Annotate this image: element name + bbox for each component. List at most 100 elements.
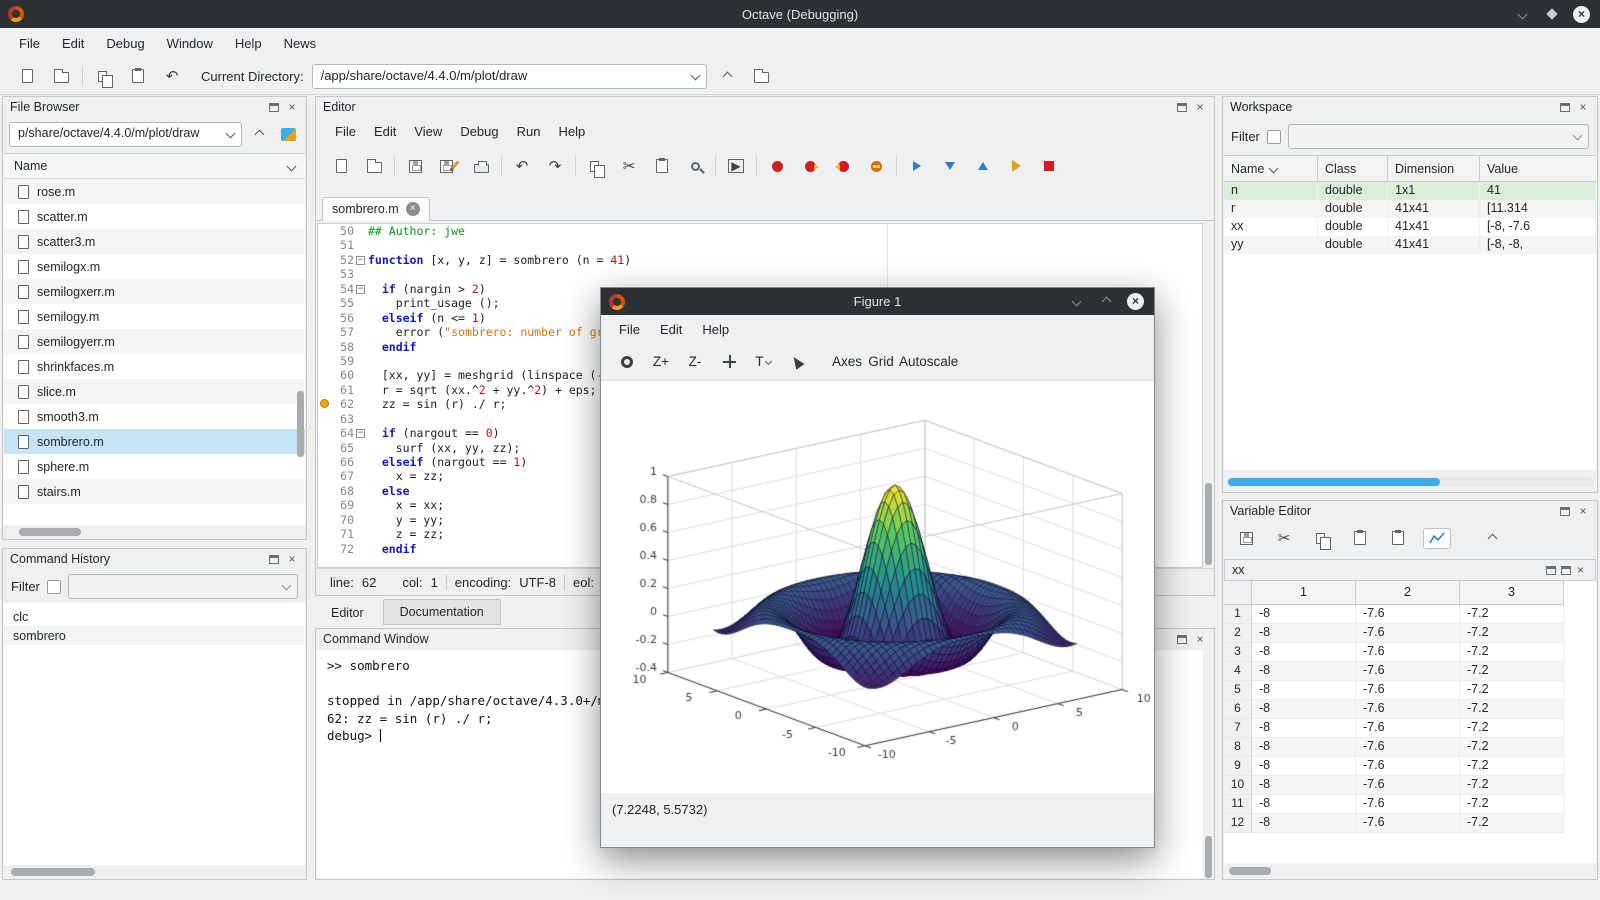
file-browser-path-combo[interactable]: p/share/octave/4.4.0/m/plot/draw — [9, 122, 242, 147]
column-header-value[interactable]: Value — [1480, 156, 1596, 181]
grid-cell[interactable]: -8 — [1252, 719, 1356, 738]
previous-breakpoint-button[interactable] — [830, 153, 856, 179]
fold-margin[interactable]: − — [356, 282, 366, 296]
editor-menu-file[interactable]: File — [326, 121, 365, 142]
dock-variable-button[interactable] — [1543, 563, 1558, 578]
grid-cell[interactable]: -8 — [1252, 795, 1356, 814]
grid-row[interactable]: 5-8-7.6-7.2 — [1224, 681, 1596, 700]
grid-cell[interactable]: -8 — [1252, 662, 1356, 681]
stop-debug-button[interactable] — [1036, 153, 1062, 179]
grid-cell[interactable]: -7.2 — [1460, 605, 1564, 624]
fold-margin[interactable] — [356, 498, 366, 512]
breakpoint-margin[interactable] — [318, 383, 330, 397]
cut-button[interactable]: ✂ — [616, 153, 642, 179]
grid-cell[interactable]: -7.6 — [1356, 776, 1460, 795]
column-header-dimension[interactable]: Dimension — [1388, 156, 1480, 181]
grid-row[interactable]: 2-8-7.6-7.2 — [1224, 624, 1596, 643]
breakpoint-margin[interactable] — [318, 325, 330, 339]
menu-file[interactable]: File — [8, 31, 51, 56]
close-tab-button[interactable]: × — [406, 202, 420, 216]
workspace-row[interactable]: rdouble41x41[11.314 — [1224, 200, 1596, 218]
grid-button[interactable]: Grid — [865, 348, 897, 376]
breakpoint-margin[interactable] — [318, 282, 330, 296]
paste-button[interactable] — [1347, 525, 1373, 551]
code-line[interactable]: 51 — [318, 238, 1202, 252]
autoscale-button[interactable]: Autoscale — [899, 348, 958, 376]
grid-cell[interactable]: -7.6 — [1356, 757, 1460, 776]
fold-margin[interactable] — [356, 397, 366, 411]
select-tool-button[interactable] — [781, 348, 813, 376]
paste-button[interactable] — [649, 153, 675, 179]
fold-margin[interactable] — [356, 238, 366, 252]
workspace-row[interactable]: yydouble41x41[-8, -8, — [1224, 236, 1596, 254]
grid-column-header[interactable]: 1 — [1252, 581, 1356, 605]
run-file-button[interactable]: ▶ — [723, 153, 749, 179]
grid-cell[interactable]: -7.2 — [1460, 681, 1564, 700]
editor-menu-run[interactable]: Run — [508, 121, 550, 142]
filter-checkbox[interactable] — [1267, 130, 1281, 144]
grid-cell[interactable]: -7.6 — [1356, 738, 1460, 757]
grid-cell[interactable]: -7.6 — [1356, 624, 1460, 643]
breakpoint-margin[interactable] — [318, 426, 330, 440]
new-script-button[interactable] — [14, 63, 40, 89]
fold-margin[interactable]: − — [356, 253, 366, 267]
axes-button[interactable]: Axes — [831, 348, 863, 376]
plot-variable-button[interactable] — [1423, 528, 1451, 549]
print-button[interactable] — [468, 153, 494, 179]
fold-margin[interactable] — [356, 368, 366, 382]
breakpoint-margin[interactable] — [318, 542, 330, 556]
fold-margin[interactable] — [356, 267, 366, 281]
grid-row[interactable]: 11-8-7.6-7.2 — [1224, 795, 1596, 814]
close-variable-button[interactable]: × — [1573, 563, 1588, 578]
file-item[interactable]: rose.m — [4, 179, 305, 204]
editor-menu-help[interactable]: Help — [549, 121, 594, 142]
grid-cell[interactable]: -8 — [1252, 624, 1356, 643]
minimize-figure-button[interactable] — [1067, 294, 1085, 309]
fold-margin[interactable] — [356, 455, 366, 469]
current-directory-combo[interactable]: /app/share/octave/4.4.0/m/plot/draw — [312, 64, 707, 89]
fold-margin[interactable] — [356, 340, 366, 354]
file-browser-hscrollbar[interactable] — [7, 528, 302, 536]
undock-panel-button[interactable] — [1556, 504, 1574, 519]
breakpoint-margin[interactable] — [318, 238, 330, 252]
fold-marker-icon[interactable]: − — [356, 285, 365, 294]
workspace-hscrollbar[interactable] — [1226, 477, 1594, 487]
grid-cell[interactable]: -7.6 — [1356, 795, 1460, 814]
grid-cell[interactable]: -7.2 — [1460, 719, 1564, 738]
grid-row[interactable]: 6-8-7.6-7.2 — [1224, 700, 1596, 719]
breakpoint-margin[interactable] — [318, 513, 330, 527]
grid-cell[interactable]: -7.6 — [1356, 700, 1460, 719]
history-filter-combo[interactable] — [68, 574, 298, 599]
grid-cell[interactable]: -8 — [1252, 776, 1356, 795]
close-panel-button[interactable]: × — [1191, 100, 1209, 115]
file-item[interactable]: scatter.m — [4, 204, 305, 229]
grid-cell[interactable]: -8 — [1252, 700, 1356, 719]
menu-edit[interactable]: Edit — [51, 31, 95, 56]
grid-row[interactable]: 12-8-7.6-7.2 — [1224, 814, 1596, 833]
breakpoint-margin[interactable] — [318, 340, 330, 354]
fold-margin[interactable] — [356, 469, 366, 483]
grid-column-header[interactable]: 2 — [1356, 581, 1460, 605]
file-item[interactable]: semilogy.m — [4, 304, 305, 329]
column-header-class[interactable]: Class — [1318, 156, 1388, 181]
grid-cell[interactable]: -7.6 — [1356, 643, 1460, 662]
grid-cell[interactable]: -7.2 — [1460, 757, 1564, 776]
copy-button[interactable] — [1309, 525, 1335, 551]
figure-menu-edit[interactable]: Edit — [650, 318, 692, 341]
scrollbar-thumb[interactable] — [1229, 867, 1271, 875]
figure-menu-file[interactable]: File — [609, 318, 650, 341]
menu-window[interactable]: Window — [156, 31, 224, 56]
fold-margin[interactable]: − — [356, 426, 366, 440]
undock-panel-button[interactable] — [1556, 100, 1574, 115]
history-item[interactable]: sombrero — [4, 626, 305, 645]
grid-cell[interactable]: -7.2 — [1460, 776, 1564, 795]
breakpoint-margin[interactable] — [318, 267, 330, 281]
redo-button[interactable]: ↷ — [542, 153, 568, 179]
breakpoint-margin[interactable] — [318, 397, 330, 411]
breakpoint-margin[interactable] — [318, 527, 330, 541]
breakpoint-margin[interactable] — [318, 311, 330, 325]
file-browser-up-button[interactable] — [247, 123, 271, 147]
maximize-window-button[interactable] — [1543, 7, 1561, 22]
scrollbar-thumb[interactable] — [19, 528, 81, 536]
file-item[interactable]: shrinkfaces.m — [4, 354, 305, 379]
